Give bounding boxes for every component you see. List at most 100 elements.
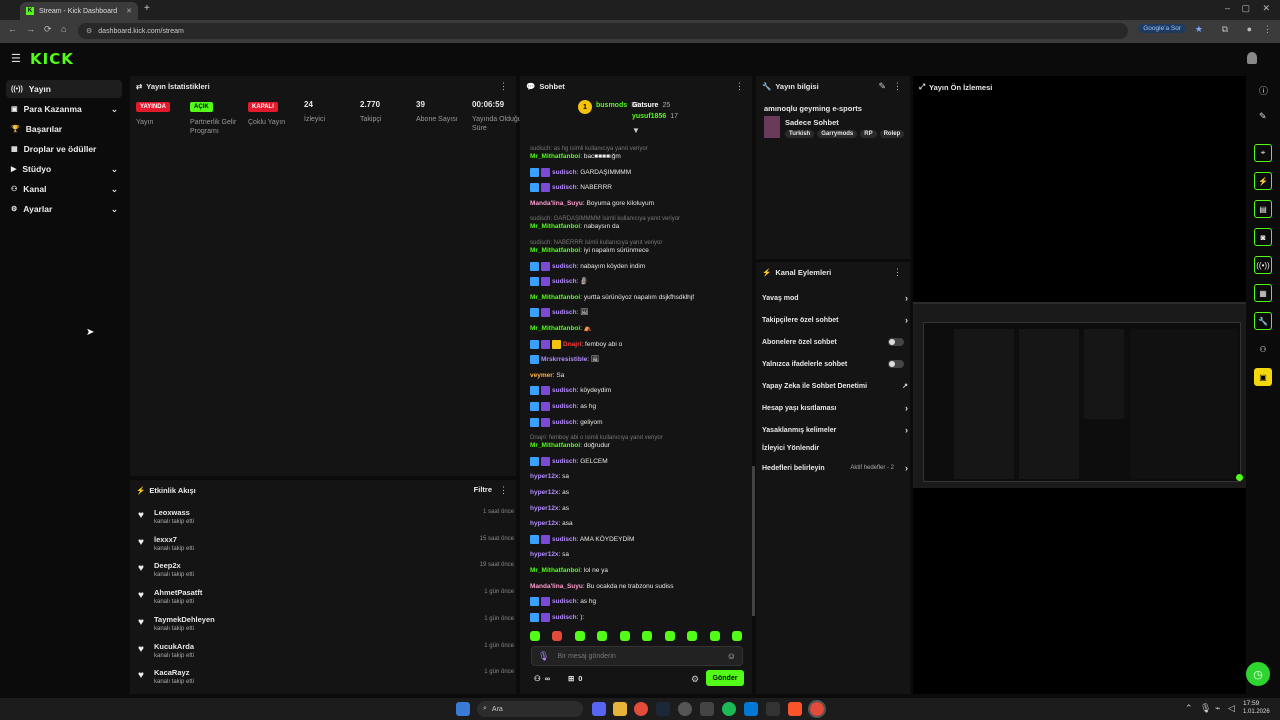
chat-username[interactable]: Mr_Mithatfanboi	[530, 153, 580, 160]
top-gifter[interactable]: Gatsure 25	[632, 102, 670, 109]
chat-username[interactable]: sudisch	[552, 536, 577, 543]
profile-avatar-icon[interactable]: ●	[1247, 24, 1252, 34]
chat-username[interactable]: sudisch	[552, 278, 577, 285]
tag-chip[interactable]: Rolep	[879, 130, 905, 138]
chat-username[interactable]: Manda'lina_Suyu	[530, 583, 583, 590]
channel-action-item[interactable]: Hesap yaşı kısıtlaması ›	[762, 400, 908, 416]
steam-icon[interactable]	[656, 702, 670, 716]
chat-menu-icon[interactable]: ⋮	[735, 81, 744, 92]
activity-item[interactable]: ♥ Leoxwass kanalı takip etti 1 saat önce	[138, 508, 514, 534]
chat-username[interactable]: Dnajri	[563, 341, 581, 348]
channel-action-item[interactable]: Yavaş mod ›	[762, 290, 908, 306]
external-link-icon[interactable]: ↗	[902, 382, 908, 390]
chat-username[interactable]: sudisch	[552, 169, 577, 176]
extensions-icon[interactable]: ⧉	[1222, 24, 1228, 35]
scan-icon[interactable]: ⌖	[1254, 144, 1272, 162]
send-button[interactable]: Gönder	[706, 670, 744, 686]
pin-icon[interactable]: ▼	[632, 126, 640, 135]
emote-icon[interactable]	[642, 631, 653, 641]
chrome-icon[interactable]	[634, 702, 648, 716]
chat-username[interactable]: sudisch	[552, 458, 577, 465]
info-icon[interactable]: ⓘ	[1259, 84, 1268, 97]
clipboard-icon[interactable]: ▤	[1254, 200, 1272, 218]
chat-username[interactable]: Mr_Mithatfanboi	[530, 567, 580, 574]
sidebar-item-6[interactable]: ⚙ Ayarlar ⌄	[6, 200, 122, 218]
forward-icon[interactable]: →	[26, 24, 35, 34]
obs-icon[interactable]	[678, 702, 692, 716]
chevron-down-icon[interactable]: ⌄	[111, 204, 118, 215]
emote-icon[interactable]	[731, 631, 742, 641]
support-chat-icon[interactable]: ◷	[1246, 662, 1270, 686]
back-icon[interactable]: ←	[8, 24, 17, 34]
mic-icon[interactable]: 🎙	[538, 651, 549, 662]
chat-username[interactable]: sudisch	[552, 388, 577, 395]
broadcast-icon[interactable]: ((•))	[1254, 256, 1272, 274]
sidebar-item-5[interactable]: ⚇ Kanal ⌄	[6, 180, 122, 198]
taskbar-search[interactable]: ⌕ Ara	[477, 701, 583, 717]
activity-item[interactable]: ♥ lexxx7 kanalı takip etti 15 saat önce	[138, 535, 514, 561]
browser-tab[interactable]: K Stream - Kick Dashboard ✕	[20, 2, 138, 20]
chat-username[interactable]: sudisch	[552, 419, 577, 426]
chat-scrollbar[interactable]	[752, 466, 755, 616]
chat-username[interactable]: hyper12x	[530, 489, 559, 496]
bolt-icon[interactable]: ⚡	[1254, 172, 1272, 190]
chat-username[interactable]: sudisch	[552, 263, 577, 270]
preview-video[interactable]	[913, 302, 1246, 488]
activity-menu-icon[interactable]: ⋮	[499, 485, 508, 496]
stream-info-menu-icon[interactable]: ⋮	[893, 81, 902, 92]
mic-tray-icon[interactable]: 🎙	[1200, 703, 1211, 714]
tab-close-icon[interactable]: ✕	[126, 7, 132, 15]
chat-input[interactable]: 🎙 Bir mesaj gönderin ☺	[531, 646, 743, 666]
chrome-active-icon[interactable]	[808, 700, 826, 718]
chat-username[interactable]: Mr_Mithatfanboi	[530, 442, 580, 449]
sidebar-item-2[interactable]: 🏆 Başarılar	[6, 120, 122, 138]
chat-username[interactable]: sudisch	[552, 614, 577, 621]
chat-username[interactable]: sudisch	[552, 310, 577, 317]
category-name[interactable]: Sadece Sohbet	[785, 118, 839, 127]
minimize-icon[interactable]: –	[1225, 3, 1230, 13]
tag-chip[interactable]: RP	[860, 130, 877, 138]
chat-username[interactable]: hyper12x	[530, 551, 559, 558]
emoji-icon[interactable]: ☺	[727, 651, 736, 661]
url-field[interactable]: ⚙ dashboard.kick.com/stream	[78, 23, 1128, 39]
activity-item[interactable]: ♥ Deep2x kanalı takip etti 19 saat önce	[138, 561, 514, 587]
window-close-icon[interactable]: ✕	[1262, 3, 1270, 14]
channel-action-item[interactable]: Takipçilere özel sohbet ›	[762, 312, 908, 328]
user-avatar[interactable]	[1247, 52, 1257, 64]
channel-action-item[interactable]: İzleyici Yönlendir	[762, 440, 908, 456]
browser-menu-icon[interactable]: ⋮	[1263, 24, 1272, 35]
chat-username[interactable]: veymer	[530, 372, 553, 379]
channel-action-item[interactable]: Abonelere özel sohbet	[762, 334, 908, 350]
chevron-down-icon[interactable]: ⌄	[111, 104, 118, 115]
chat-username[interactable]: hyper12x	[530, 473, 559, 480]
activity-item[interactable]: ♥ KacaRayz kanalı takip etti 1 gün önce	[138, 668, 514, 694]
top-gifter[interactable]: yusuf1856 17	[632, 113, 678, 120]
channel-action-item[interactable]: Yalnızca ifadelerle sohbet	[762, 356, 908, 372]
activity-item[interactable]: ♥ TaymekDehleyen kanalı takip etti 1 gün ön…	[138, 615, 514, 641]
sidebar-item-0[interactable]: ((•)) Yayın	[6, 80, 122, 98]
clock-time[interactable]: 17:59	[1243, 700, 1259, 707]
network-icon[interactable]: ⌁	[1215, 703, 1220, 714]
new-tab-icon[interactable]: +	[144, 3, 150, 14]
channel-action-item[interactable]: Yasaklanmış kelimeler ›	[762, 422, 908, 438]
chat-bubble-icon[interactable]: ◙	[1254, 228, 1272, 246]
chat-username[interactable]: sudisch	[552, 184, 577, 191]
toggle-switch[interactable]	[888, 360, 904, 368]
channel-actions-menu-icon[interactable]: ⋮	[893, 267, 902, 278]
chat-username[interactable]: Mr_Mithatfanboi	[530, 223, 580, 230]
channel-action-item[interactable]: Hedefleri belirleyin Aktif hedefler - 2 ›	[762, 460, 908, 476]
clock-date[interactable]: 1.01.2026	[1243, 709, 1270, 715]
chevron-right-icon[interactable]: ›	[905, 293, 908, 303]
emote-icon[interactable]	[597, 631, 608, 641]
start-icon[interactable]	[456, 702, 470, 716]
home-icon[interactable]: ⌂	[61, 24, 66, 34]
emote-icon[interactable]	[552, 631, 563, 641]
activity-item[interactable]: ♥ KucukArda kanalı takip etti 1 gün önce	[138, 642, 514, 668]
emote-icon[interactable]	[664, 631, 675, 641]
chat-username[interactable]: Mr_Mithatfanboi	[530, 325, 580, 332]
kick-logo[interactable]: KICK	[30, 50, 74, 68]
channel-action-item[interactable]: Yapay Zeka ile Sohbet Denetimi ↗	[762, 378, 908, 394]
tag-chip[interactable]: Turkish	[785, 130, 815, 138]
chat-username[interactable]: hyper12x	[530, 505, 559, 512]
spotify-icon[interactable]	[722, 702, 736, 716]
